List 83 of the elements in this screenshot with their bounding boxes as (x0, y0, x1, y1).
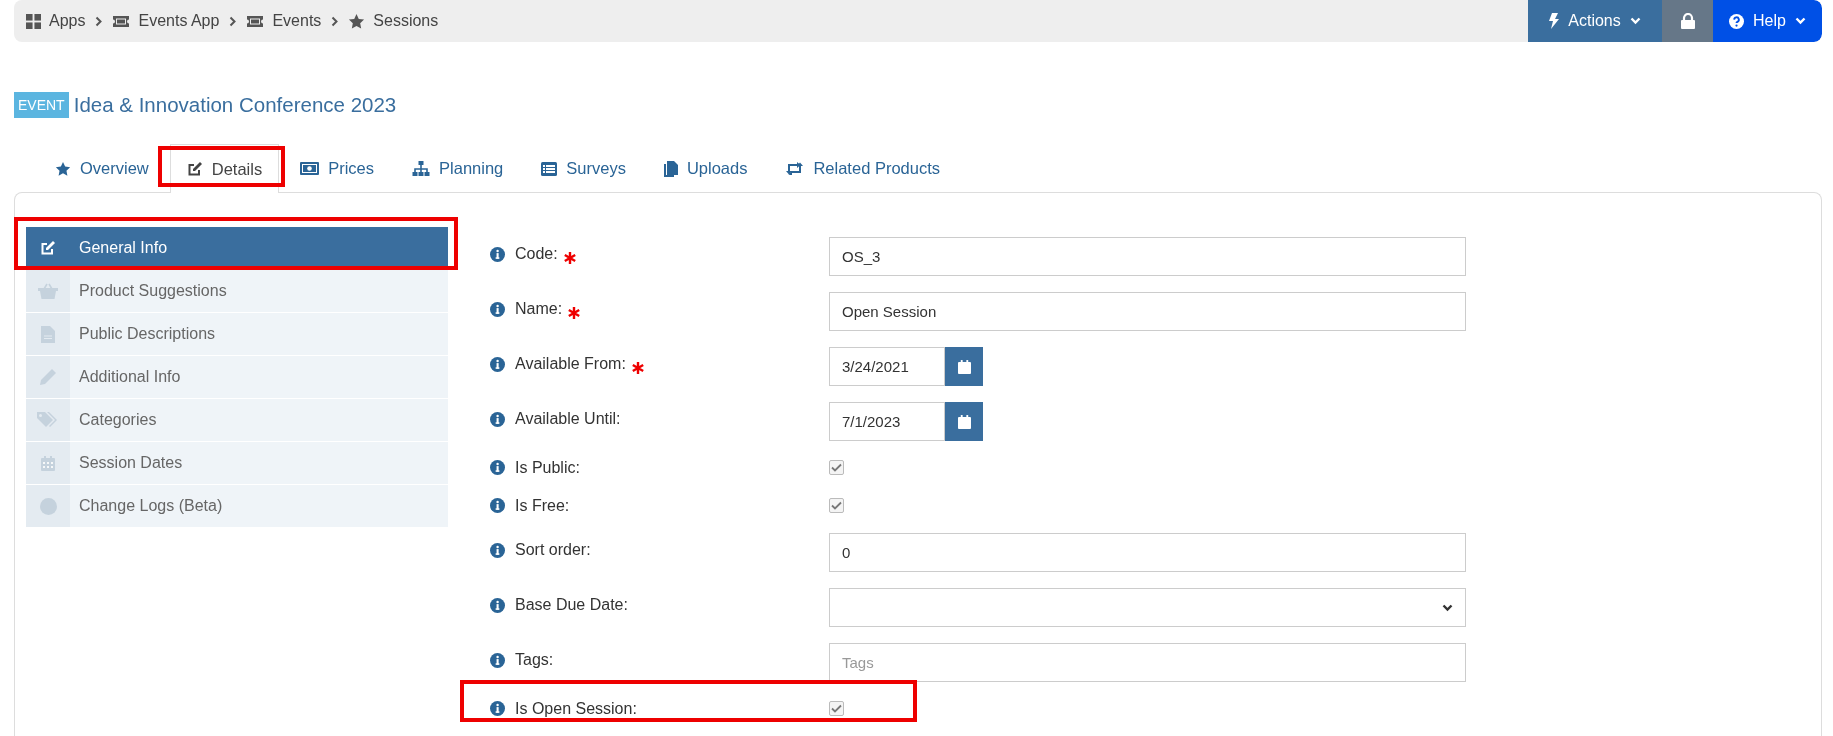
checkbox[interactable] (829, 460, 844, 475)
info-icon (490, 542, 505, 558)
chevron-down-icon (1442, 603, 1453, 612)
info-icon (490, 356, 505, 372)
event-title: Idea & Innovation Conference 2023 (73, 93, 397, 117)
sitemap-icon (412, 160, 431, 177)
grid-icon (26, 13, 41, 29)
breadcrumb-link[interactable]: Events App (138, 12, 220, 30)
sidebar-item[interactable]: General Info (26, 227, 448, 269)
sidebar-item[interactable]: Categories (26, 399, 448, 441)
sidebar-item[interactable]: Session Dates (26, 442, 448, 484)
star-icon (348, 12, 366, 30)
field-label: Available Until: (515, 410, 621, 428)
info-icon (490, 652, 505, 668)
info-icon (490, 498, 505, 513)
star-icon (55, 160, 71, 177)
loop-arrows-icon (785, 162, 805, 175)
field-label: Code: (515, 245, 558, 263)
field-label: Tags: (515, 651, 554, 669)
info-icon (490, 301, 505, 317)
sidebar-item[interactable]: Public Descriptions (26, 313, 448, 355)
help-button[interactable]: Help (1713, 0, 1822, 42)
tab[interactable]: Overview (38, 144, 166, 192)
document-icon (41, 325, 55, 343)
tab[interactable]: Related Products (768, 144, 957, 192)
tab[interactable]: Uploads (646, 144, 765, 192)
tab[interactable]: Prices (283, 144, 392, 192)
event-badge: EVENT (14, 92, 69, 118)
basket-icon (38, 283, 58, 299)
ticket-icon (112, 14, 131, 28)
circle-icon (39, 497, 57, 515)
field-label: Is Public: (515, 458, 580, 477)
chevron-down-icon (1629, 17, 1641, 25)
text-field[interactable]: OS_3 (829, 237, 1466, 276)
text-field[interactable]: Open Session (829, 292, 1466, 331)
tab[interactable]: Surveys (524, 144, 643, 192)
breadcrumb-link[interactable]: Events (272, 12, 322, 30)
field-label: Is Open Session: (515, 699, 637, 718)
checkbox[interactable] (829, 498, 844, 513)
calendar-icon (41, 455, 55, 471)
info-icon (490, 460, 505, 475)
edit-icon (186, 161, 203, 177)
padlock-icon (1680, 13, 1695, 29)
field-label: Sort order: (515, 541, 591, 559)
list-icon (541, 161, 558, 176)
info-icon (490, 246, 505, 262)
tags-field[interactable]: Tags (829, 643, 1466, 682)
chevron-right-icon (229, 15, 237, 27)
info-icon (490, 597, 505, 613)
money-icon (300, 162, 320, 175)
checkbox[interactable] (829, 701, 844, 716)
question-icon (1729, 13, 1745, 29)
chevron-down-icon (1794, 17, 1806, 25)
tab[interactable]: Planning (395, 144, 521, 192)
chevron-right-icon (95, 15, 103, 27)
date-field[interactable]: 3/24/2021 (829, 347, 945, 386)
actions-button[interactable]: Actions (1528, 0, 1662, 42)
calendar-icon (957, 359, 971, 374)
field-label: Available From: (515, 355, 626, 373)
lightning-icon (1549, 13, 1560, 29)
sidebar-item[interactable]: Product Suggestions (26, 270, 448, 312)
calendar-button[interactable] (945, 347, 983, 386)
field-label: Base Due Date: (515, 596, 628, 614)
lock-button[interactable] (1662, 0, 1713, 42)
breadcrumb-link[interactable]: Sessions (373, 12, 439, 30)
ticket-icon (246, 14, 265, 28)
info-icon (490, 701, 505, 716)
calendar-button[interactable] (945, 402, 983, 441)
edit-icon (40, 240, 56, 256)
breadcrumb-link[interactable]: Apps (49, 12, 86, 30)
field-label: Is Free: (515, 496, 570, 515)
pencil-icon (39, 368, 57, 386)
info-icon (490, 411, 505, 427)
chevron-right-icon (331, 15, 339, 27)
files-icon (663, 160, 678, 177)
dropdown-field[interactable] (829, 588, 1466, 627)
sidebar-item[interactable]: Change Logs (Beta) (26, 485, 448, 527)
field-label: Name: (515, 300, 563, 318)
text-field[interactable]: 0 (829, 533, 1466, 572)
date-field[interactable]: 7/1/2023 (829, 402, 945, 441)
calendar-icon (957, 414, 971, 429)
sidebar-item[interactable]: Additional Info (26, 356, 448, 398)
tags-icon (37, 411, 59, 429)
